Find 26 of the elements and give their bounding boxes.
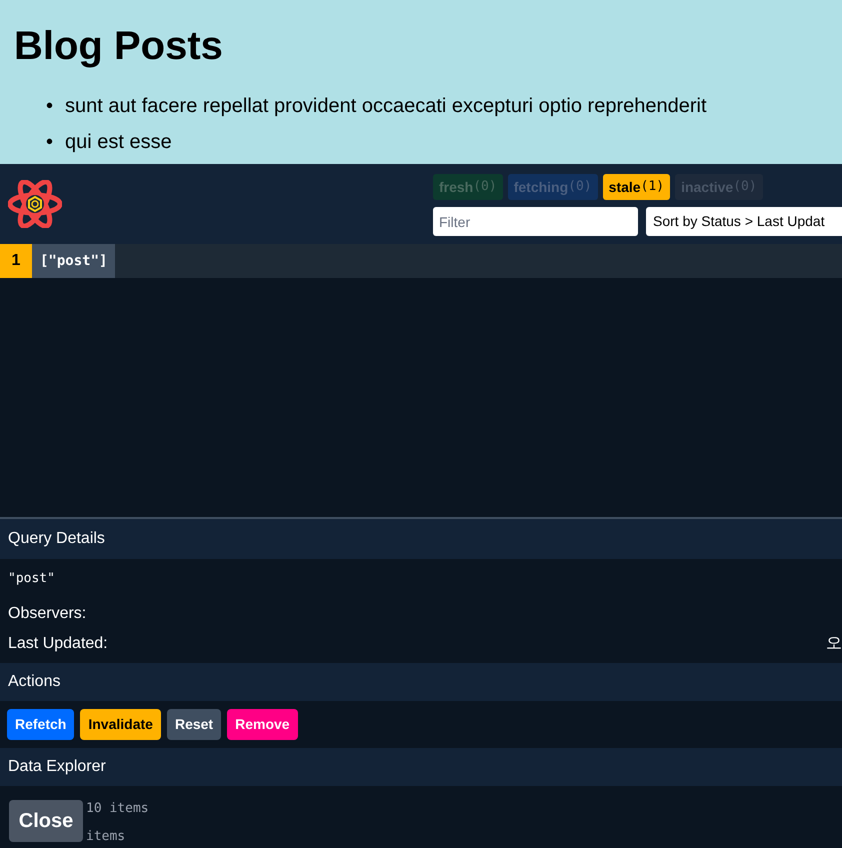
action-button[interactable]: Reset	[166, 709, 222, 740]
section-title: Data Explorer	[8, 757, 106, 777]
status-badge: fresh(0)	[433, 174, 503, 200]
observer-count: 1	[0, 244, 32, 278]
query-key-text: "post"	[8, 570, 56, 588]
bullet-marker: •	[46, 94, 54, 119]
field-label: Observers:	[8, 604, 88, 624]
logo-icon	[8, 180, 62, 228]
filter-field[interactable]: Filter	[433, 207, 638, 236]
field-label: Last Updated:	[8, 634, 108, 654]
query-key: ["post"]	[32, 244, 116, 278]
action-button[interactable]: Remove	[227, 709, 298, 740]
status-badge: fetching(0)	[508, 174, 598, 200]
status-badge: stale(1)	[602, 174, 670, 200]
timestamp-text: 오	[826, 634, 842, 654]
page-heading: Blog Posts	[14, 23, 223, 70]
section-title: Actions	[8, 672, 60, 692]
query-row[interactable]: 1 ["post"]	[0, 244, 842, 278]
close-button[interactable]: Close	[9, 800, 83, 842]
explorer-row-text: 10 items	[86, 800, 149, 818]
bullet-marker: •	[46, 130, 54, 155]
sort-select[interactable]: Sort by Status > Last Updat	[646, 207, 842, 236]
explorer-row-text: items	[86, 828, 126, 846]
action-button[interactable]: Invalidate	[80, 709, 161, 740]
action-button[interactable]: Refetch	[7, 709, 74, 740]
section-title: Query Details	[8, 529, 105, 549]
